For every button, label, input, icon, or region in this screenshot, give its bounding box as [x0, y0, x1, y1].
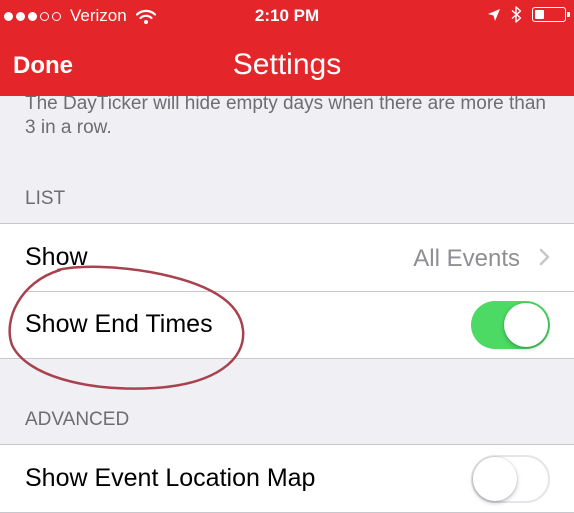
show-value: All Events [413, 245, 520, 272]
show-end-times-label: Show End Times [25, 310, 213, 338]
nav-bar: Done Settings [0, 32, 574, 96]
location-map-label: Show Event Location Map [25, 464, 316, 492]
status-right [487, 6, 570, 23]
location-arrow-icon [488, 8, 500, 21]
list-settings-group: Show All Events Show End Times [0, 223, 574, 359]
advanced-settings-group: Show Event Location Map [0, 444, 574, 513]
show-end-times-toggle[interactable] [471, 301, 550, 349]
show-label: Show [25, 243, 88, 271]
header: Verizon 2:10 PM Done Settings [0, 0, 574, 96]
bluetooth-icon [511, 6, 522, 23]
show-end-times-row: Show End Times [0, 291, 574, 358]
toggle-knob [504, 303, 548, 347]
location-map-row: Show Event Location Map [0, 445, 574, 512]
chevron-right-icon [539, 248, 550, 266]
status-bar: Verizon 2:10 PM [0, 0, 574, 32]
battery-icon [532, 7, 570, 22]
toggle-knob [473, 457, 517, 501]
section-header-advanced: ADVANCED [25, 409, 130, 430]
location-map-toggle[interactable] [471, 455, 550, 503]
settings-content: The DayTicker will hide empty days when … [0, 86, 574, 513]
section-header-list: LIST [25, 188, 66, 209]
show-row[interactable]: Show All Events [0, 224, 574, 291]
battery-fill [535, 10, 544, 19]
page-title: Settings [232, 48, 342, 81]
battery-nub [567, 12, 570, 17]
